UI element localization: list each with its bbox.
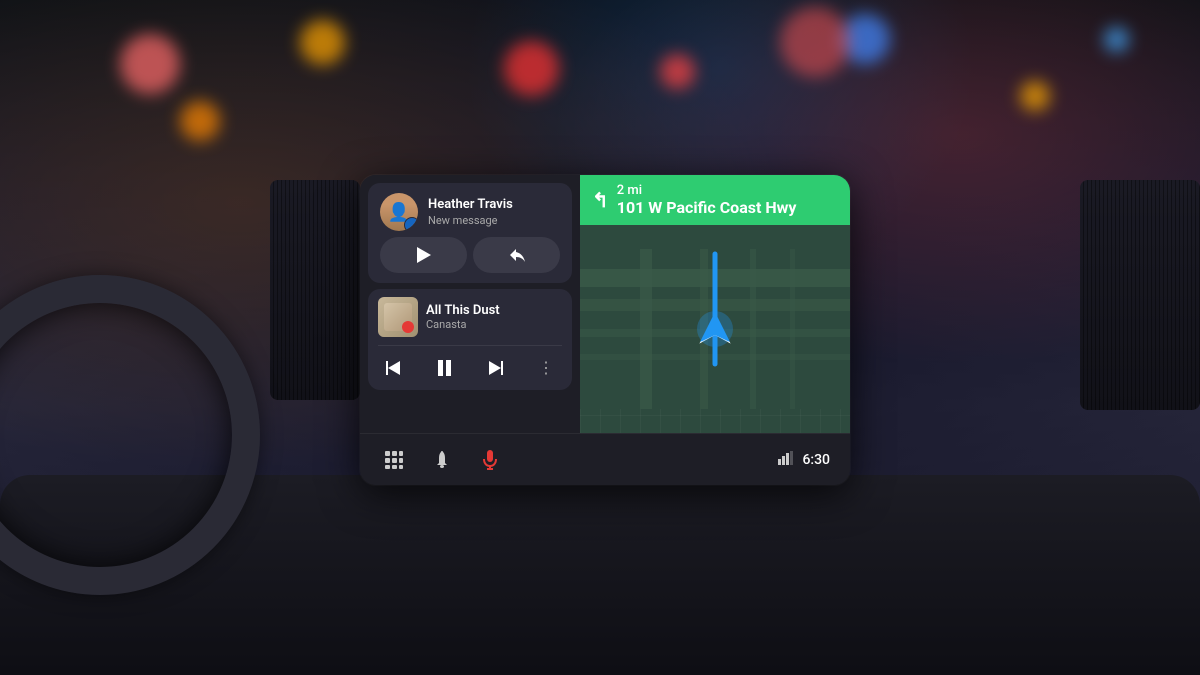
bokeh-circle — [180, 101, 220, 141]
previous-track-button[interactable] — [380, 354, 408, 382]
music-header: All This Dust Canasta — [378, 297, 562, 337]
nav-distance: 2 mi — [617, 183, 797, 198]
bokeh-circle — [1020, 81, 1050, 111]
reply-message-button[interactable] — [473, 237, 560, 273]
message-info: Heather Travis New message — [428, 197, 513, 227]
track-title: All This Dust — [426, 303, 500, 318]
bokeh-circle — [300, 20, 345, 65]
message-label: New message — [428, 214, 513, 227]
microphone-button[interactable] — [476, 446, 504, 474]
next-track-button[interactable] — [481, 354, 509, 382]
message-card: 👤 Heather Travis New message — [368, 183, 572, 283]
speaker-grille-left — [270, 180, 360, 400]
music-card: All This Dust Canasta — [368, 289, 572, 390]
bottom-left-icons — [380, 446, 504, 474]
bokeh-circle — [120, 34, 180, 94]
bokeh-circle — [1104, 27, 1129, 52]
status-area: 6:30 — [778, 451, 830, 469]
track-artist: Canasta — [426, 318, 500, 331]
nav-text: 2 mi 101 W Pacific Coast Hwy — [617, 183, 797, 217]
bokeh-circle — [504, 41, 559, 96]
clock-display: 6:30 — [802, 452, 830, 468]
music-divider — [378, 345, 562, 346]
speaker-grille-right — [1080, 180, 1200, 410]
sender-name: Heather Travis — [428, 197, 513, 214]
play-message-button[interactable] — [380, 237, 467, 273]
pause-button[interactable] — [431, 354, 459, 382]
album-art-inner — [384, 303, 412, 331]
turn-arrow-icon: ↰ — [592, 188, 609, 212]
more-options-button[interactable]: ⋮ — [532, 354, 560, 382]
navigation-header: ↰ 2 mi 101 W Pacific Coast Hwy — [580, 175, 850, 225]
screen-content: 👤 Heather Travis New message — [360, 175, 850, 433]
android-auto-screen: 👤 Heather Travis New message — [360, 175, 850, 485]
avatar: 👤 — [380, 193, 418, 231]
music-info: All This Dust Canasta — [426, 303, 500, 331]
bokeh-circle — [660, 54, 695, 89]
message-header: 👤 Heather Travis New message — [380, 193, 560, 231]
app-grid-button[interactable] — [380, 446, 408, 474]
bokeh-circle — [780, 7, 850, 77]
bottom-bar: 6:30 — [360, 433, 850, 485]
nav-street: 101 W Pacific Coast Hwy — [617, 198, 797, 217]
map-panel: ↰ 2 mi 101 W Pacific Coast Hwy ✕ 28 min … — [580, 175, 850, 433]
album-art — [378, 297, 418, 337]
left-panel: 👤 Heather Travis New message — [360, 175, 580, 433]
avatar-face: 👤 — [380, 193, 418, 231]
signal-strength-icon — [778, 451, 794, 469]
message-actions — [380, 237, 560, 273]
music-controls: ⋮ — [378, 354, 562, 382]
notifications-button[interactable] — [428, 446, 456, 474]
